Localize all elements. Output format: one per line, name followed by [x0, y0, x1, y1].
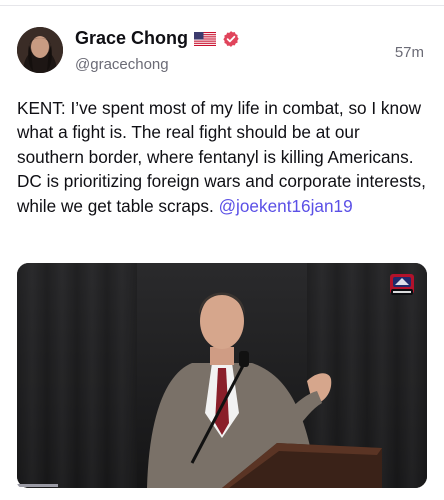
author-name-row: Grace Chong [75, 28, 240, 49]
post-text: KENT: I’ve spent most of my life in comb… [17, 96, 427, 218]
warroom-watermark-logo [387, 271, 417, 301]
author-avatar[interactable] [17, 27, 63, 73]
avatar-photo [17, 27, 63, 73]
mention-link[interactable]: @joekent16jan19 [219, 196, 353, 216]
us-flag-icon [194, 31, 217, 46]
verified-badge-icon [222, 30, 240, 48]
author-handle[interactable]: @gracechong [75, 56, 169, 73]
video-progress-fill [17, 484, 58, 487]
video-progress-bar[interactable] [17, 482, 427, 488]
speaker-photo [17, 263, 427, 488]
author-display-name[interactable]: Grace Chong [75, 28, 188, 49]
top-divider [0, 5, 444, 6]
post-timestamp[interactable]: 57m [395, 44, 424, 61]
post-media-video[interactable] [17, 263, 427, 488]
